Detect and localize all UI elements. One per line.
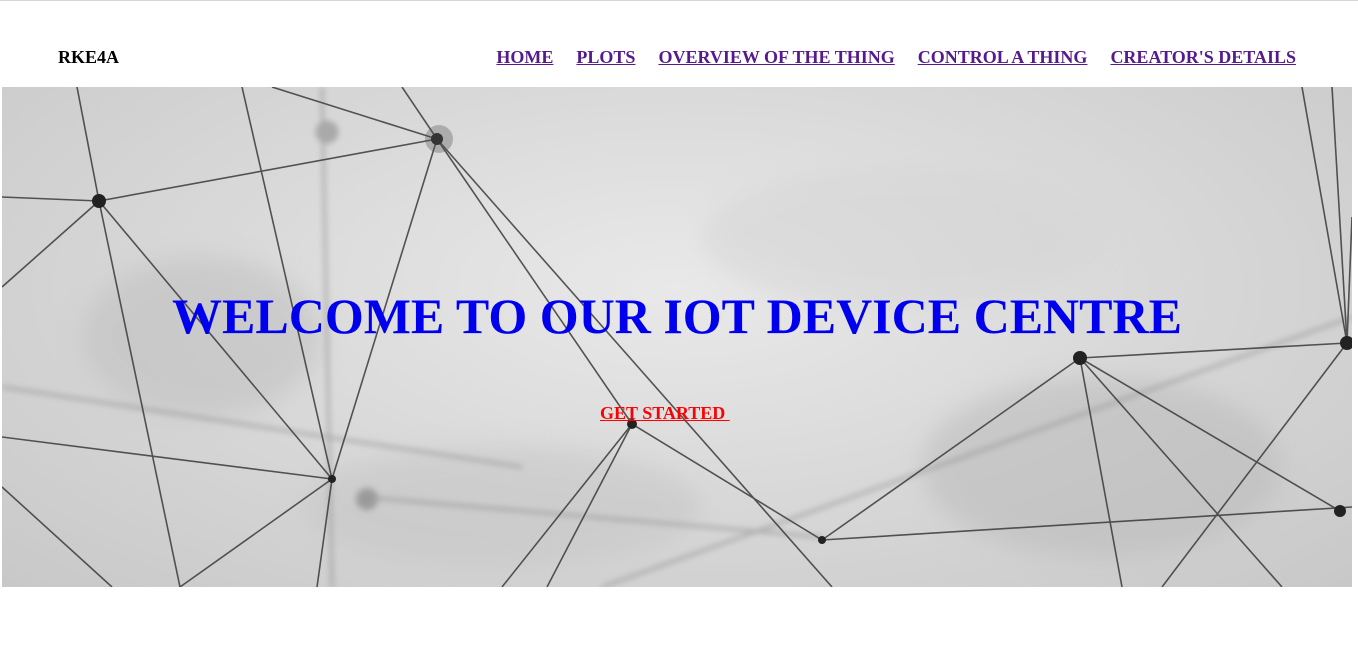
- main-nav: HOME PLOTS OVERVIEW OF THE THING CONTROL…: [496, 47, 1296, 68]
- get-started-link[interactable]: GET STARTED: [600, 403, 730, 424]
- site-header: RKE4A HOME PLOTS OVERVIEW OF THE THING C…: [0, 1, 1358, 87]
- nav-link-plots[interactable]: PLOTS: [576, 47, 635, 68]
- nav-link-control[interactable]: CONTROL A THING: [918, 47, 1088, 68]
- nav-link-creators-details[interactable]: CREATOR'S DETAILS: [1110, 47, 1296, 68]
- nav-link-overview[interactable]: OVERVIEW OF THE THING: [658, 47, 894, 68]
- hero-title: WELCOME TO OUR IOT DEVICE CENTRE: [172, 288, 1182, 344]
- hero-banner: WELCOME TO OUR IOT DEVICE CENTRE GET STA…: [2, 87, 1352, 587]
- brand-logo-text: RKE4A: [58, 47, 120, 67]
- nav-link-home[interactable]: HOME: [496, 47, 553, 68]
